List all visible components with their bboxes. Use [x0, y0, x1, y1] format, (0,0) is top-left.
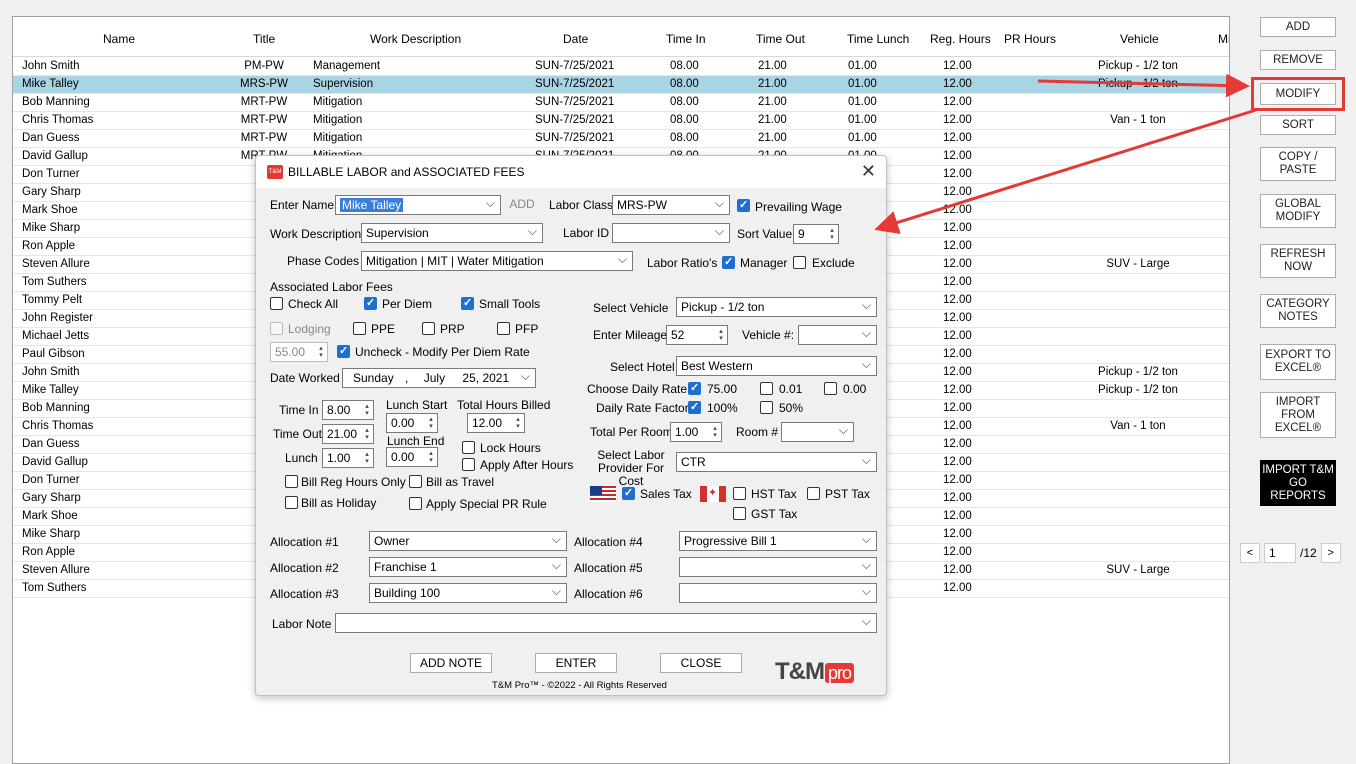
arrow-to-dialog: [874, 108, 1257, 235]
annotation-arrows: [874, 73, 1257, 235]
arrow-to-modify: [1037, 73, 1250, 98]
